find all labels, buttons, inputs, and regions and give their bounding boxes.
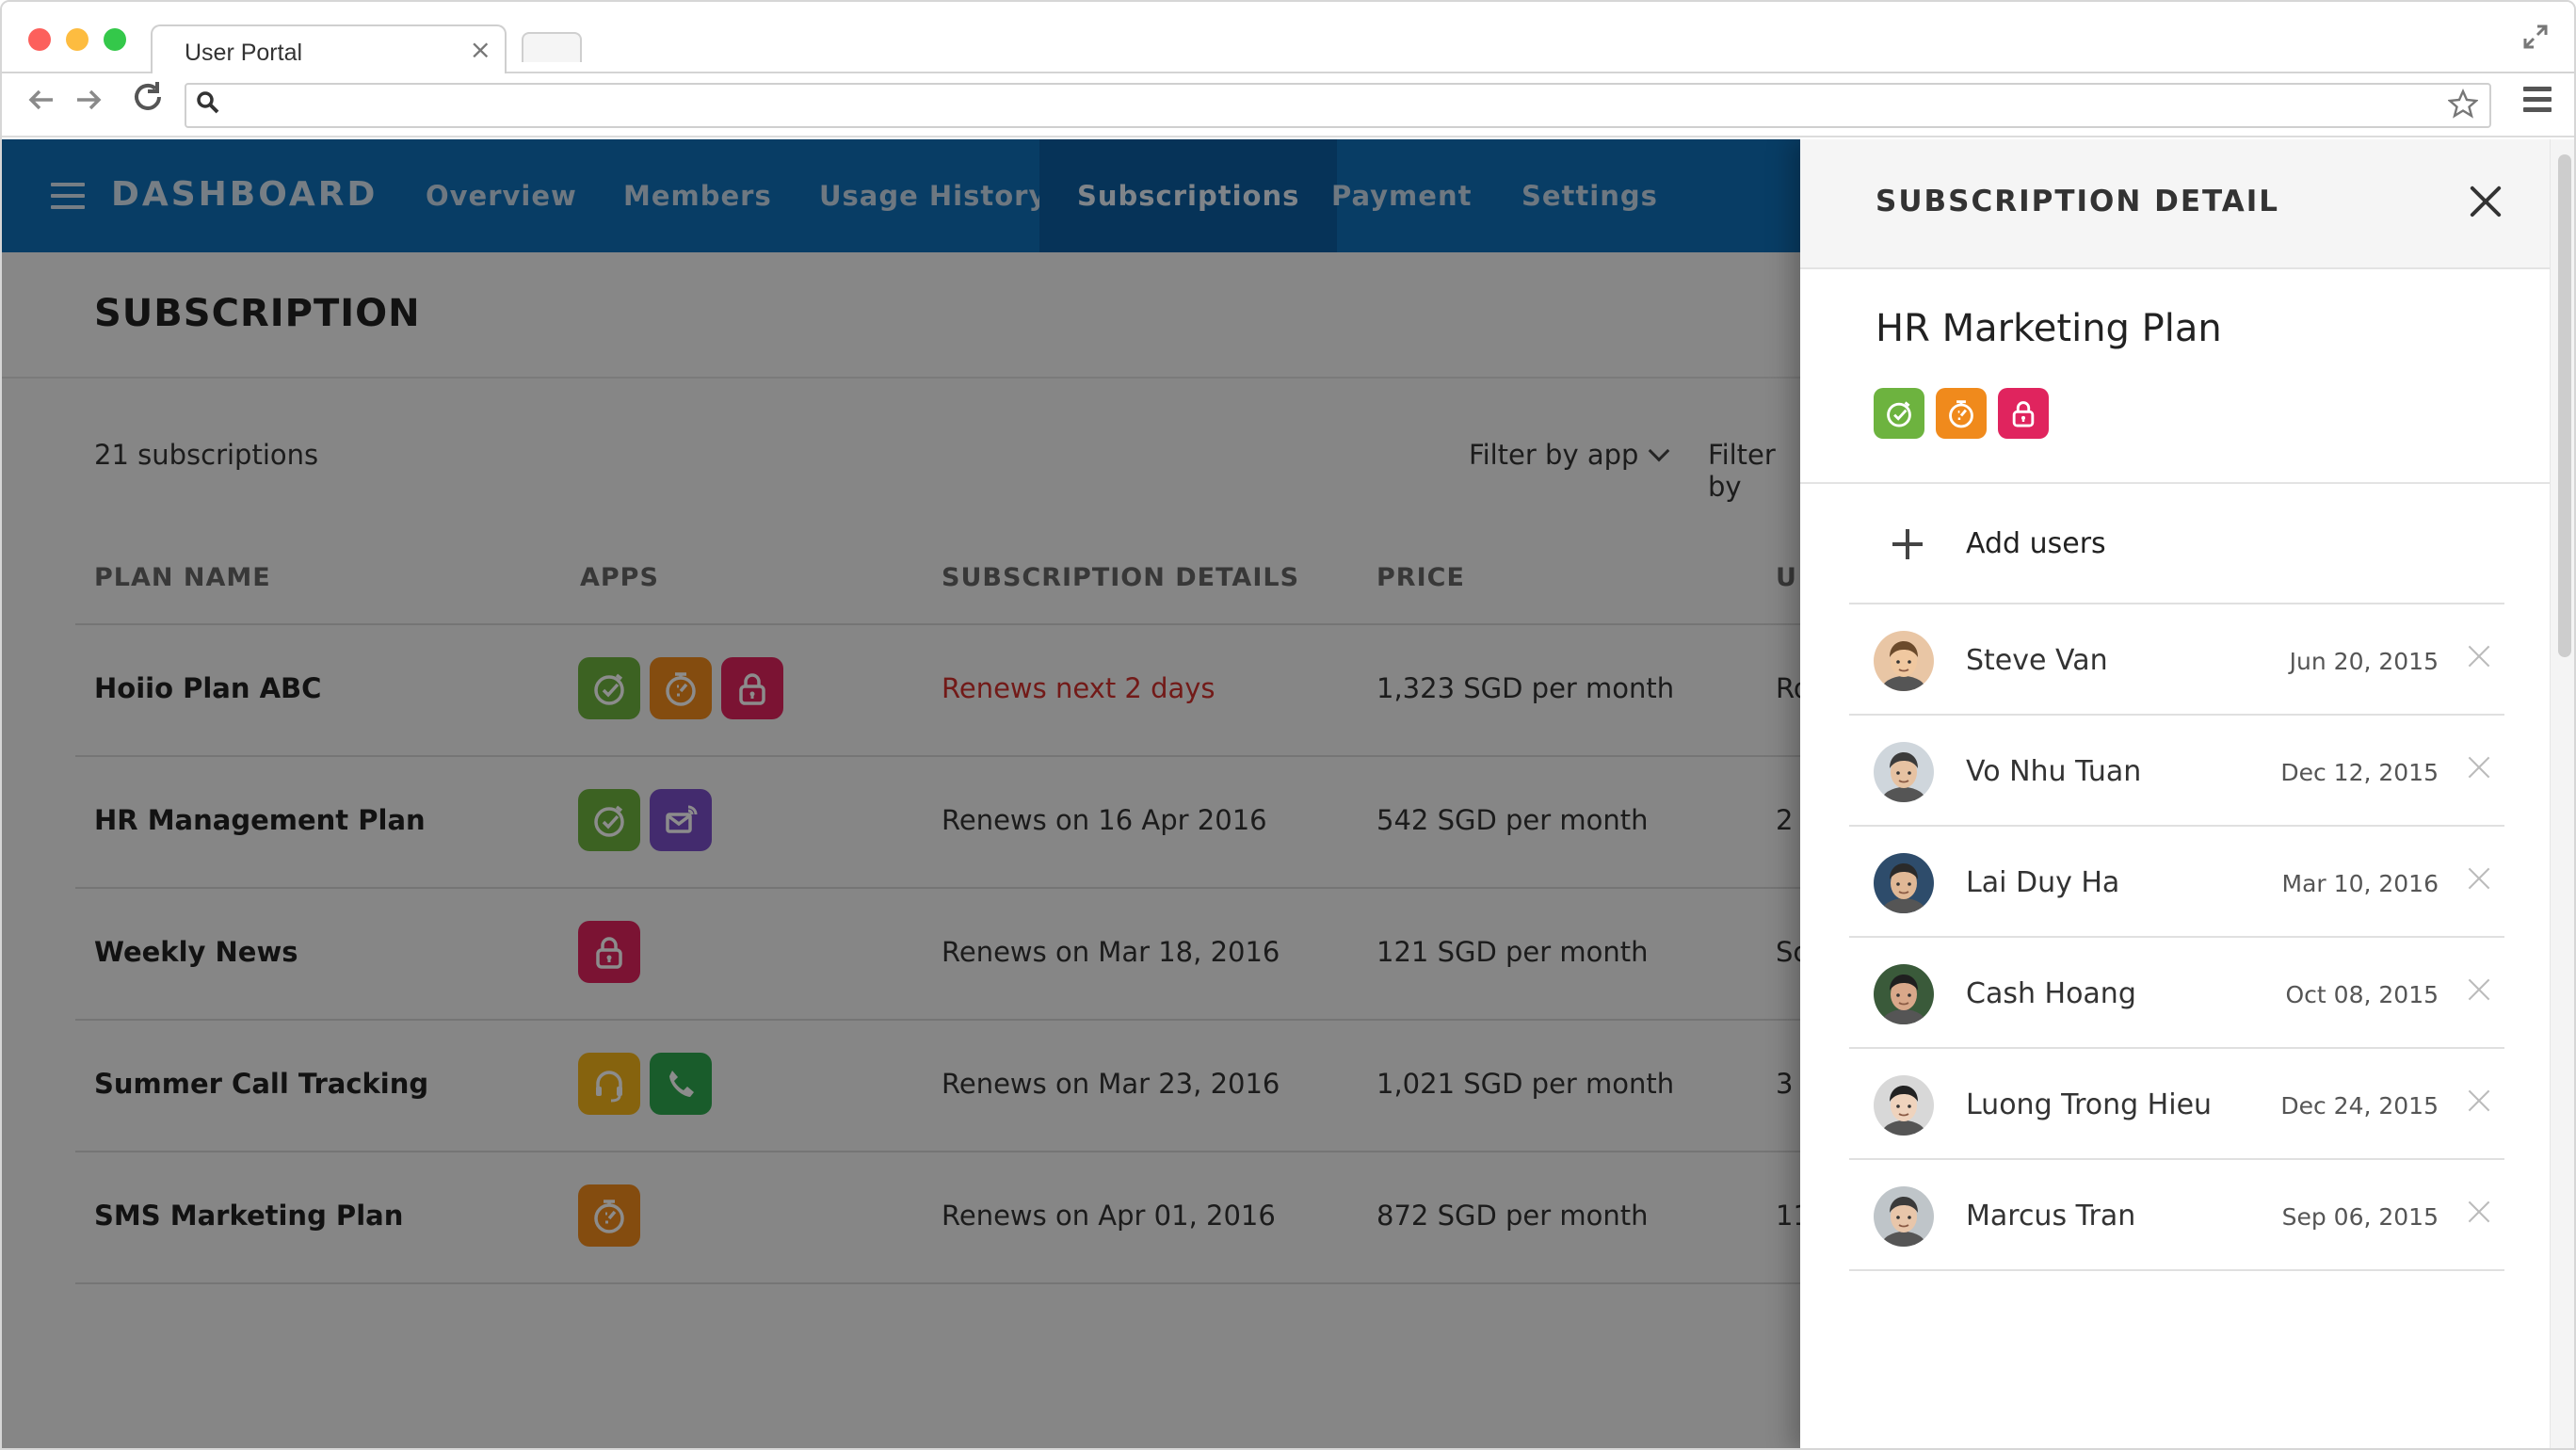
tab-close-icon[interactable]: × [470,34,491,65]
browser-window: User Portal × DASHBOARD Overview Members… [0,0,2576,1450]
user-row[interactable]: Marcus Tran Sep 06, 2015 [1849,1160,2504,1271]
modal-overlay[interactable] [2,139,1800,1448]
panel-header: SUBSCRIPTION DETAIL [1800,139,2550,269]
user-row[interactable]: Vo Nhu Tuan Dec 12, 2015 [1849,716,2504,827]
new-tab-button[interactable] [522,32,582,62]
user-date: Oct 08, 2015 [2285,981,2439,1008]
user-name: Marcus Tran [1966,1200,2136,1232]
plan-apps [1874,388,2049,439]
user-date: Mar 10, 2016 [2281,870,2439,897]
divider [1800,482,2550,484]
close-icon[interactable] [2465,181,2506,222]
panel-scrollbar[interactable] [2550,139,2574,1448]
user-row[interactable]: Luong Trong Hieu Dec 24, 2015 [1849,1049,2504,1160]
reload-icon[interactable] [130,79,166,124]
avatar [1874,631,1934,691]
subscription-detail-panel: SUBSCRIPTION DETAIL HR Marketing Plan Ad… [1800,139,2574,1448]
plan-name: HR Marketing Plan [1876,307,2222,350]
lock-icon [1998,388,2049,439]
back-arrow-icon[interactable] [24,83,58,125]
timer-icon [1874,388,1924,439]
user-row[interactable]: Lai Duy Ha Mar 10, 2016 [1849,827,2504,938]
avatar [1874,742,1934,802]
avatar [1874,1186,1934,1247]
search-icon [196,90,220,121]
close-window-button[interactable] [28,28,51,51]
maximize-window-button[interactable] [104,28,126,51]
remove-user-icon[interactable] [2465,1198,2493,1226]
remove-user-icon[interactable] [2465,975,2493,1004]
user-name: Luong Trong Hieu [1966,1088,2213,1121]
user-date: Jun 20, 2015 [2289,648,2439,675]
browser-toolbar [2,73,2574,137]
star-icon[interactable] [2447,89,2479,126]
remove-user-icon[interactable] [2465,642,2493,670]
tab-strip: User Portal × [2,2,2574,75]
user-row[interactable]: Steve Van Jun 20, 2015 [1849,604,2504,716]
user-name: Lai Duy Ha [1966,866,2120,899]
user-name: Steve Van [1966,644,2108,677]
browser-tab[interactable]: User Portal × [151,24,507,75]
menu-icon[interactable] [2523,87,2552,118]
user-date: Dec 12, 2015 [2280,759,2439,786]
tab-title: User Portal [185,40,303,66]
user-date: Sep 06, 2015 [2281,1203,2439,1231]
remove-user-icon[interactable] [2465,864,2493,893]
user-row[interactable]: Cash Hoang Oct 08, 2015 [1849,938,2504,1049]
stopwatch-icon [1936,388,1987,439]
avatar [1874,964,1934,1024]
fullscreen-icon[interactable] [2521,23,2550,58]
add-users-label: Add users [1966,527,2106,560]
remove-user-icon[interactable] [2465,753,2493,781]
add-users-button[interactable]: Add users [1849,491,2504,604]
forward-arrow-icon[interactable] [72,83,105,125]
address-bar[interactable] [185,83,2491,128]
plus-icon [1892,529,1923,559]
user-date: Dec 24, 2015 [2280,1092,2439,1120]
remove-user-icon[interactable] [2465,1087,2493,1115]
page-viewport: DASHBOARD Overview Members Usage History… [2,139,2574,1448]
avatar [1874,853,1934,913]
panel-title: SUBSCRIPTION DETAIL [1876,185,2280,218]
avatar [1874,1075,1934,1136]
user-name: Vo Nhu Tuan [1966,755,2142,788]
user-name: Cash Hoang [1966,977,2136,1010]
minimize-window-button[interactable] [66,28,89,51]
scrollbar-thumb[interactable] [2558,154,2571,657]
